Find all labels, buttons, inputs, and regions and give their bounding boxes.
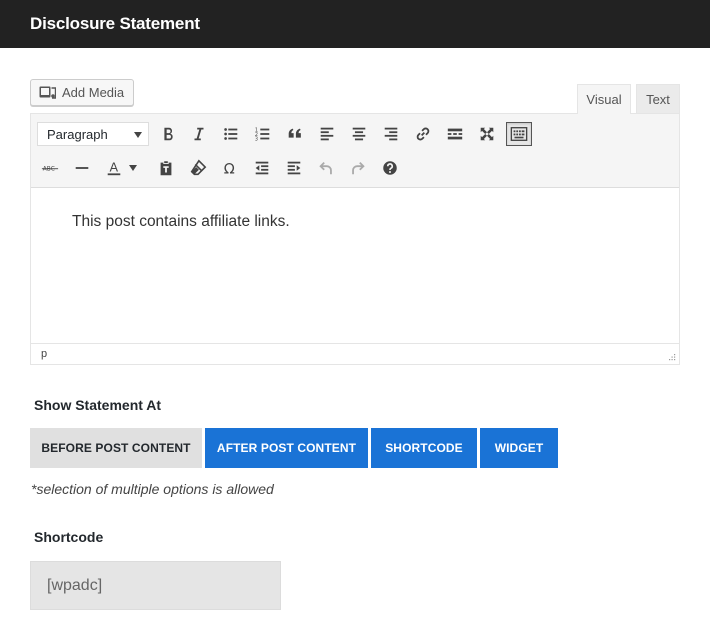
align-center-button[interactable] — [346, 122, 372, 146]
bold-icon — [164, 127, 173, 141]
read-more-icon — [447, 128, 463, 140]
option-before-post-content[interactable]: BEFORE POST CONTENT — [30, 428, 202, 468]
paste-as-text-icon — [160, 160, 172, 176]
special-character-icon: Ω — [224, 161, 235, 177]
editor-content-area[interactable]: This post contains affiliate links. — [31, 189, 679, 343]
option-shortcode[interactable]: SHORTCODE — [371, 428, 477, 468]
italic-icon — [194, 127, 204, 141]
text-color-icon: A — [107, 160, 121, 176]
link-icon — [416, 127, 430, 141]
text-color-button[interactable]: A — [101, 156, 127, 180]
tab-text[interactable]: Text — [636, 84, 680, 113]
element-path[interactable]: p — [41, 348, 47, 360]
align-right-icon — [384, 127, 398, 141]
numbered-list-button[interactable]: 123 — [250, 122, 276, 146]
blockquote-button[interactable] — [282, 122, 308, 146]
paste-as-text-button[interactable] — [153, 156, 179, 180]
strikethrough-button[interactable]: ABC — [37, 156, 63, 180]
italic-button[interactable] — [186, 122, 212, 146]
undo-icon — [319, 161, 332, 175]
editor-statusbar: p — [31, 343, 679, 364]
numbered-list-icon: 123 — [255, 127, 270, 142]
horizontal-line-icon — [75, 167, 89, 169]
link-button[interactable] — [410, 122, 436, 146]
special-character-button[interactable]: Ω — [217, 156, 243, 180]
chevron-down-icon — [134, 132, 142, 138]
help-icon — [383, 161, 397, 175]
horizontal-line-button[interactable] — [69, 156, 95, 180]
fullscreen-icon — [480, 127, 494, 141]
format-select[interactable]: Paragraph — [37, 122, 149, 146]
text-color-glyph: A — [110, 160, 119, 175]
svg-text:3: 3 — [255, 136, 258, 142]
shortcode-value: [wpadc] — [47, 576, 103, 594]
undo-button[interactable] — [313, 156, 339, 180]
format-select-value: Paragraph — [47, 126, 108, 142]
option-after-post-content[interactable]: AFTER POST CONTENT — [205, 428, 368, 468]
align-left-button[interactable] — [314, 122, 340, 146]
outdent-icon — [255, 161, 269, 175]
chevron-down-icon — [129, 165, 137, 171]
rich-text-editor: Paragraph 123 ABC A Ω This post contains… — [30, 113, 680, 365]
align-left-icon — [320, 127, 334, 141]
indent-button[interactable] — [281, 156, 307, 180]
shortcode-label: Shortcode — [34, 529, 104, 545]
bullet-list-button[interactable] — [218, 122, 244, 146]
bold-button[interactable] — [155, 122, 181, 146]
panel-title: Disclosure Statement — [30, 14, 200, 33]
add-media-label: Add Media — [62, 85, 125, 100]
help-button[interactable] — [377, 156, 403, 180]
indent-icon — [287, 161, 301, 175]
align-right-button[interactable] — [378, 122, 404, 146]
editor-content-text[interactable]: This post contains affiliate links. — [72, 213, 290, 231]
blockquote-icon — [288, 128, 301, 138]
show-statement-label: Show Statement At — [34, 397, 162, 413]
tab-visual[interactable]: Visual — [577, 84, 631, 114]
toolbar-toggle-icon — [510, 127, 528, 141]
bullet-list-icon — [224, 128, 238, 140]
shortcode-field[interactable]: [wpadc] — [30, 561, 281, 610]
add-media-button[interactable]: Add Media — [30, 79, 134, 106]
panel-header: Disclosure Statement — [0, 0, 710, 48]
redo-icon — [352, 161, 365, 175]
text-color-dropdown[interactable] — [125, 156, 141, 180]
editor-toolbar: Paragraph 123 ABC A Ω — [31, 114, 679, 188]
clear-formatting-icon — [190, 159, 207, 176]
read-more-button[interactable] — [442, 122, 468, 146]
multiple-selection-note: *selection of multiple options is allowe… — [31, 481, 274, 497]
toolbar-toggle-button[interactable] — [506, 122, 532, 146]
outdent-button[interactable] — [249, 156, 275, 180]
option-widget[interactable]: WIDGET — [480, 428, 558, 468]
align-center-icon — [352, 127, 366, 141]
strikethrough-glyph: ABC — [43, 167, 55, 173]
clear-formatting-button[interactable] — [185, 156, 211, 180]
strikethrough-icon: ABC — [41, 167, 59, 173]
fullscreen-button[interactable] — [474, 122, 500, 146]
media-icon — [39, 86, 56, 99]
omega-glyph: Ω — [224, 161, 235, 177]
resize-handle-icon[interactable] — [668, 353, 676, 361]
redo-button[interactable] — [345, 156, 371, 180]
